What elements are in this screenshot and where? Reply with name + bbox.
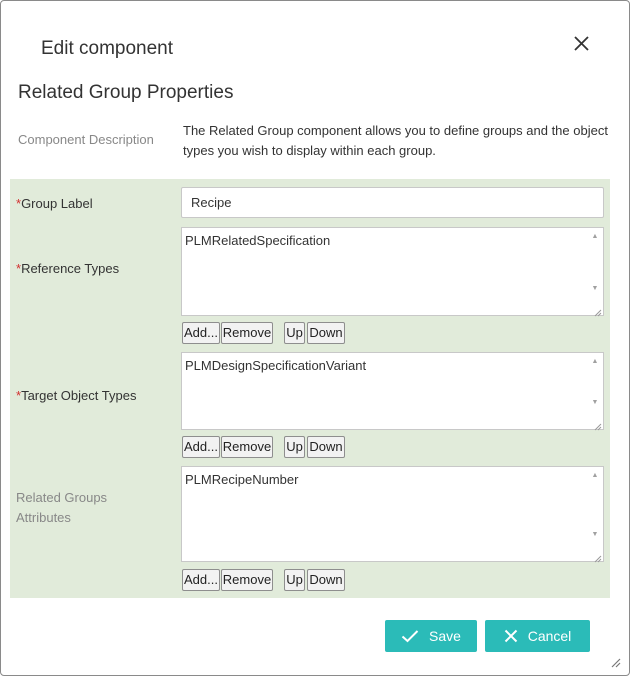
reference-types-text: Reference Types (21, 261, 120, 276)
resize-grip-icon[interactable] (592, 550, 602, 563)
related-groups-attributes-label: Related Groups Attributes (16, 488, 107, 528)
target-object-types-listbox[interactable]: PLMDesignSpecificationVariant ▲ ▼ (181, 352, 604, 431)
close-icon[interactable] (572, 34, 592, 54)
save-button-label: Save (429, 628, 461, 644)
scroll-up-icon[interactable]: ▲ (589, 232, 601, 242)
move-up-reference-type-button[interactable]: Up (284, 322, 305, 344)
section-title: Related Group Properties (18, 82, 234, 103)
scroll-down-icon[interactable]: ▼ (589, 530, 601, 540)
dialog-title: Edit component (41, 38, 174, 59)
group-label-input[interactable] (181, 187, 604, 218)
group-label-text: Group Label (21, 196, 93, 211)
move-up-related-group-attribute-button[interactable]: Up (284, 569, 305, 591)
remove-related-group-attribute-button[interactable]: Remove (221, 569, 273, 591)
component-description-text: The Related Group component allows you t… (183, 123, 608, 158)
target-object-types-text: Target Object Types (21, 388, 137, 403)
checkmark-icon (401, 630, 419, 643)
resize-grip-icon[interactable] (592, 418, 602, 431)
remove-reference-type-button[interactable]: Remove (221, 322, 273, 344)
cancel-button[interactable]: Cancel (485, 620, 590, 652)
related-groups-attributes-text-line1: Related Groups (16, 490, 108, 505)
scroll-down-icon[interactable]: ▼ (589, 398, 601, 408)
save-button[interactable]: Save (385, 620, 477, 652)
scroll-up-icon[interactable]: ▲ (589, 357, 601, 367)
add-related-group-attribute-button[interactable]: Add... (182, 569, 220, 591)
resize-grip-icon[interactable] (592, 304, 602, 317)
move-up-target-object-type-button[interactable]: Up (284, 436, 305, 458)
scroll-up-icon[interactable]: ▲ (589, 471, 601, 481)
list-item[interactable]: PLMRelatedSpecification (185, 233, 330, 248)
related-groups-attributes-text-line2: Attributes (16, 510, 71, 525)
add-target-object-type-button[interactable]: Add... (182, 436, 220, 458)
edit-component-dialog: Edit component Related Group Properties … (0, 0, 630, 676)
related-groups-attributes-listbox[interactable]: PLMRecipeNumber ▲ ▼ (181, 466, 604, 563)
target-object-types-label: *Target Object Types (16, 388, 136, 403)
move-down-reference-type-button[interactable]: Down (307, 322, 345, 344)
list-item[interactable]: PLMRecipeNumber (185, 472, 298, 487)
reference-types-listbox[interactable]: PLMRelatedSpecification ▲ ▼ (181, 227, 604, 317)
list-item[interactable]: PLMDesignSpecificationVariant (185, 358, 366, 373)
component-description-label: Component Description (18, 132, 154, 147)
remove-target-object-type-button[interactable]: Remove (221, 436, 273, 458)
reference-types-label: *Reference Types (16, 261, 119, 276)
close-icon (504, 629, 517, 643)
add-reference-type-button[interactable]: Add... (182, 322, 220, 344)
scroll-down-icon[interactable]: ▼ (589, 284, 601, 294)
group-label-field-label: *Group Label (16, 196, 93, 211)
move-down-target-object-type-button[interactable]: Down (307, 436, 345, 458)
dialog-resize-grip-icon[interactable] (609, 655, 621, 668)
move-down-related-group-attribute-button[interactable]: Down (307, 569, 345, 591)
cancel-button-label: Cancel (527, 628, 572, 644)
